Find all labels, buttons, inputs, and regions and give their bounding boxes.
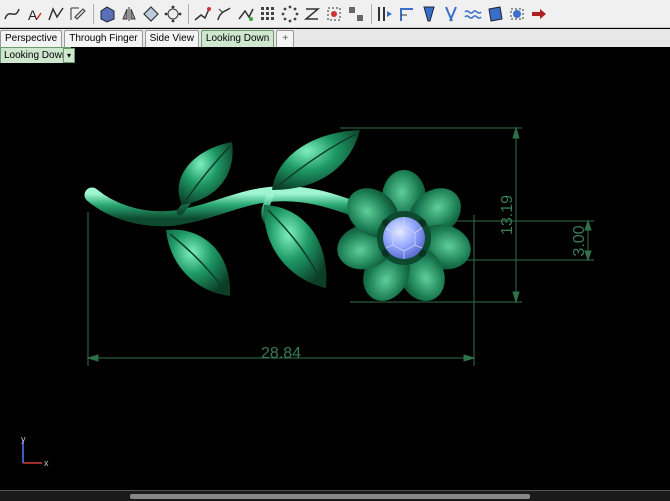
toolbar: A [0,0,670,28]
curve-icon[interactable] [2,3,22,25]
leaf-lower-left [166,229,231,296]
leaf-upper-right [272,130,360,190]
height-dimension-label: 13.19 [499,195,516,235]
leaf-lower-right [263,205,327,288]
arrow-right-icon[interactable] [529,3,549,25]
viewport-menu-dropdown[interactable]: ▾ [63,48,75,63]
viewport-header [0,47,670,63]
axis-y-label: y [21,434,26,444]
stem [84,186,360,227]
tab-looking-down[interactable]: Looking Down [200,30,275,47]
cage-icon[interactable] [507,3,527,25]
edit-icon[interactable] [68,3,88,25]
flower-head [337,170,471,301]
box-icon[interactable] [97,3,117,25]
axis-x-label: x [44,458,49,468]
bend-icon[interactable] [397,3,417,25]
svg-text:A: A [28,7,38,23]
tab-through-finger[interactable]: Through Finger [64,30,143,47]
wave-icon[interactable] [463,3,483,25]
add-tab-button[interactable]: + [276,30,295,47]
toolbar-separator [371,3,372,24]
viewport-canvas[interactable]: 28.84 13.19 3.00 y x [0,63,670,490]
stone-dimension-label: 3.00 [571,225,588,256]
leaf-upper-left [178,142,233,205]
circle-dots-icon[interactable] [280,3,300,25]
viewport-title[interactable]: Looking Down [0,47,72,64]
toolbar-separator [93,3,94,24]
scrollbar-thumb[interactable] [130,494,530,499]
twist-icon[interactable] [441,3,461,25]
sweep-icon[interactable] [214,3,234,25]
model-view: 28.84 13.19 3.00 y x [21,126,594,468]
draw-icon[interactable] [192,3,212,25]
bounding-icon[interactable] [324,3,344,25]
tab-perspective[interactable]: Perspective [0,30,63,47]
sphere-point-icon[interactable] [163,3,183,25]
viewport-tabs: Perspective Through Finger Side View Loo… [0,29,670,48]
polyline-icon[interactable] [46,3,66,25]
tab-side-view[interactable]: Side View [144,30,199,47]
axis-indicator [22,440,42,464]
diamond-icon[interactable] [141,3,161,25]
pattern-icon[interactable] [236,3,256,25]
flow-icon[interactable] [485,3,505,25]
grid-icon[interactable] [258,3,278,25]
mirror-icon[interactable] [119,3,139,25]
width-dimension-label: 28.84 [261,345,301,362]
taper-icon[interactable] [419,3,439,25]
horizontal-scrollbar[interactable] [0,490,670,501]
flower-model[interactable] [84,130,475,309]
flip-icon[interactable] [375,3,395,25]
array-icon[interactable] [346,3,366,25]
text-icon[interactable]: A [24,3,44,25]
spiral-icon[interactable] [302,3,322,25]
toolbar-separator [188,3,189,24]
